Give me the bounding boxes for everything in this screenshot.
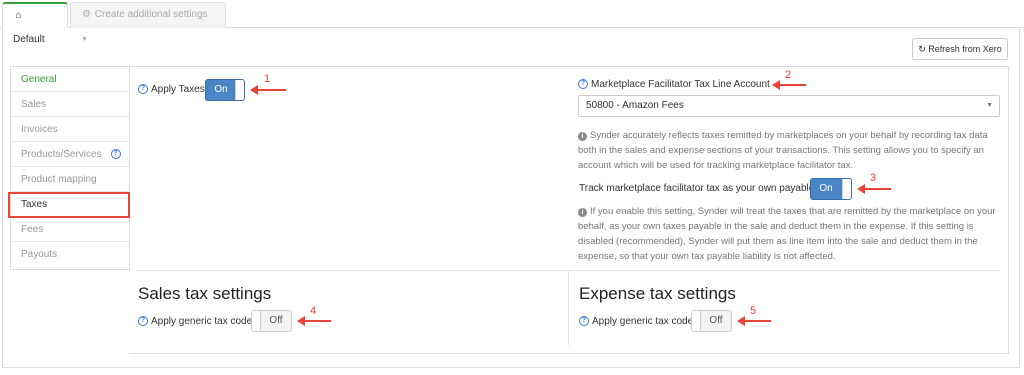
expense-tax-settings-title: Expense tax settings: [579, 284, 736, 303]
sidebar-item-label: Payouts: [21, 249, 58, 260]
annotation-number: 3: [870, 172, 877, 184]
sidebar-item-label: Product mapping: [21, 174, 97, 185]
annotation-number: 4: [310, 305, 317, 317]
annotation-arrow: [857, 182, 891, 196]
tab-bar: ⌂ Default ⚙ Create additional settings ▼: [0, 0, 1024, 45]
sidebar-item-products-services[interactable]: Products/Services?: [11, 142, 129, 167]
sidebar-item-label: Fees: [21, 224, 44, 235]
toggle-knob: [252, 311, 261, 331]
sidebar: General Sales Invoices Products/Services…: [10, 66, 130, 270]
help-icon[interactable]: ?: [138, 316, 148, 327]
tab-additional-label: Create additional settings: [94, 9, 208, 20]
sidebar-item-label: General: [21, 74, 57, 85]
help-icon[interactable]: ?: [138, 84, 148, 95]
toggle-state: On: [214, 84, 228, 95]
toggle-knob: [842, 179, 851, 199]
apply-taxes-label: ? Apply Taxes: [138, 84, 205, 95]
expense-generic-tax-code-toggle[interactable]: Off: [691, 310, 732, 332]
toggle-knob: [235, 80, 244, 100]
marketplace-tax-account-label: ? Marketplace Facilitator Tax Line Accoun…: [578, 79, 770, 90]
info-icon: i: [578, 208, 587, 217]
info-icon: i: [578, 132, 587, 141]
tab-create-additional-settings[interactable]: ⚙ Create additional settings ▼: [70, 2, 226, 43]
tab-default[interactable]: ⌂ Default: [2, 2, 68, 45]
sales-apply-generic-tax-code-label: ? Apply generic tax code: [138, 316, 252, 327]
gear-icon: ⚙: [82, 9, 91, 20]
sidebar-item-label: Sales: [21, 99, 47, 110]
sidebar-item-payouts[interactable]: Payouts: [11, 242, 129, 267]
sidebar-item-label: Products/Services: [21, 149, 102, 160]
toggle-knob: [692, 311, 701, 331]
track-payable-label: Track marketplace facilitator tax as you…: [579, 183, 815, 194]
track-payable-info-text: i If you enable this setting, Synder will…: [578, 206, 996, 262]
refresh-label: Refresh from Xero: [928, 44, 1002, 54]
sidebar-item-general[interactable]: General: [11, 67, 129, 92]
marketplace-account-select[interactable]: 50800 - Amazon Fees ▼: [578, 95, 1000, 117]
annotation-number: 2: [785, 69, 792, 81]
toggle-state: Off: [269, 315, 283, 326]
help-icon[interactable]: ?: [110, 149, 121, 160]
sales-generic-tax-code-toggle[interactable]: Off: [251, 310, 292, 332]
toggle-state: On: [819, 183, 833, 194]
help-icon[interactable]: ?: [578, 79, 588, 90]
home-icon: ⌂: [15, 10, 22, 21]
taxes-highlight-box: [8, 192, 130, 218]
sidebar-item-sales[interactable]: Sales: [11, 92, 129, 117]
expense-apply-generic-tax-code-label: ? Apply generic tax code: [579, 316, 693, 327]
toggle-state: Off: [709, 315, 723, 326]
chevron-down-icon: ▼: [986, 102, 993, 109]
refresh-button[interactable]: ↻ Refresh from Xero: [912, 38, 1008, 60]
sidebar-item-label: Invoices: [21, 124, 58, 135]
track-payable-toggle[interactable]: On: [810, 178, 852, 200]
refresh-icon: ↻: [918, 44, 926, 54]
marketplace-info-text: i Synder accurately reflects taxes remitt…: [578, 130, 988, 171]
help-icon[interactable]: ?: [579, 316, 589, 327]
annotation-arrow: [250, 83, 286, 97]
sidebar-item-invoices[interactable]: Invoices: [11, 117, 129, 142]
sidebar-item-product-mapping[interactable]: Product mapping: [11, 167, 129, 192]
apply-taxes-toggle[interactable]: On: [205, 79, 245, 101]
annotation-number: 1: [264, 73, 271, 85]
sidebar-item-fees[interactable]: Fees: [11, 217, 129, 242]
select-value: 50800 - Amazon Fees: [586, 100, 684, 111]
annotation-number: 5: [750, 305, 757, 317]
sales-tax-settings-title: Sales tax settings: [138, 284, 272, 303]
column-divider: [568, 271, 569, 345]
